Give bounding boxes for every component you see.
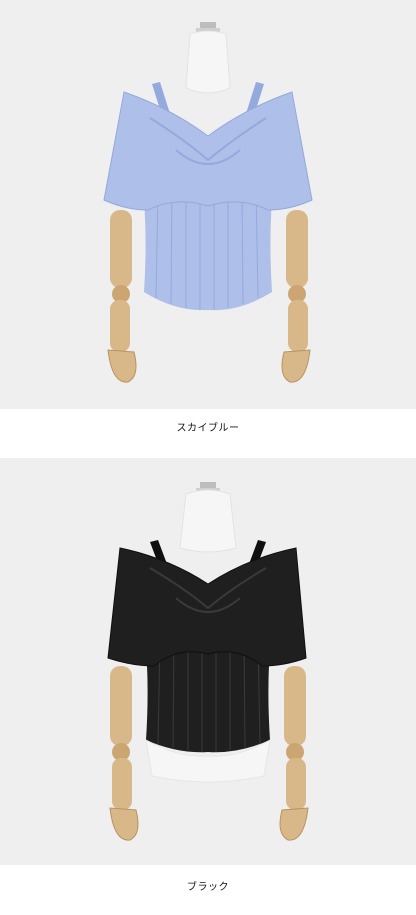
mannequin-black-image	[107, 482, 309, 841]
product-photo-black	[0, 458, 416, 865]
color-name-label: ブラック	[187, 882, 229, 893]
product-photo-skyblue	[0, 0, 416, 409]
color-name-label: スカイブルー	[176, 423, 240, 434]
mannequin-skyblue-image	[103, 22, 313, 383]
